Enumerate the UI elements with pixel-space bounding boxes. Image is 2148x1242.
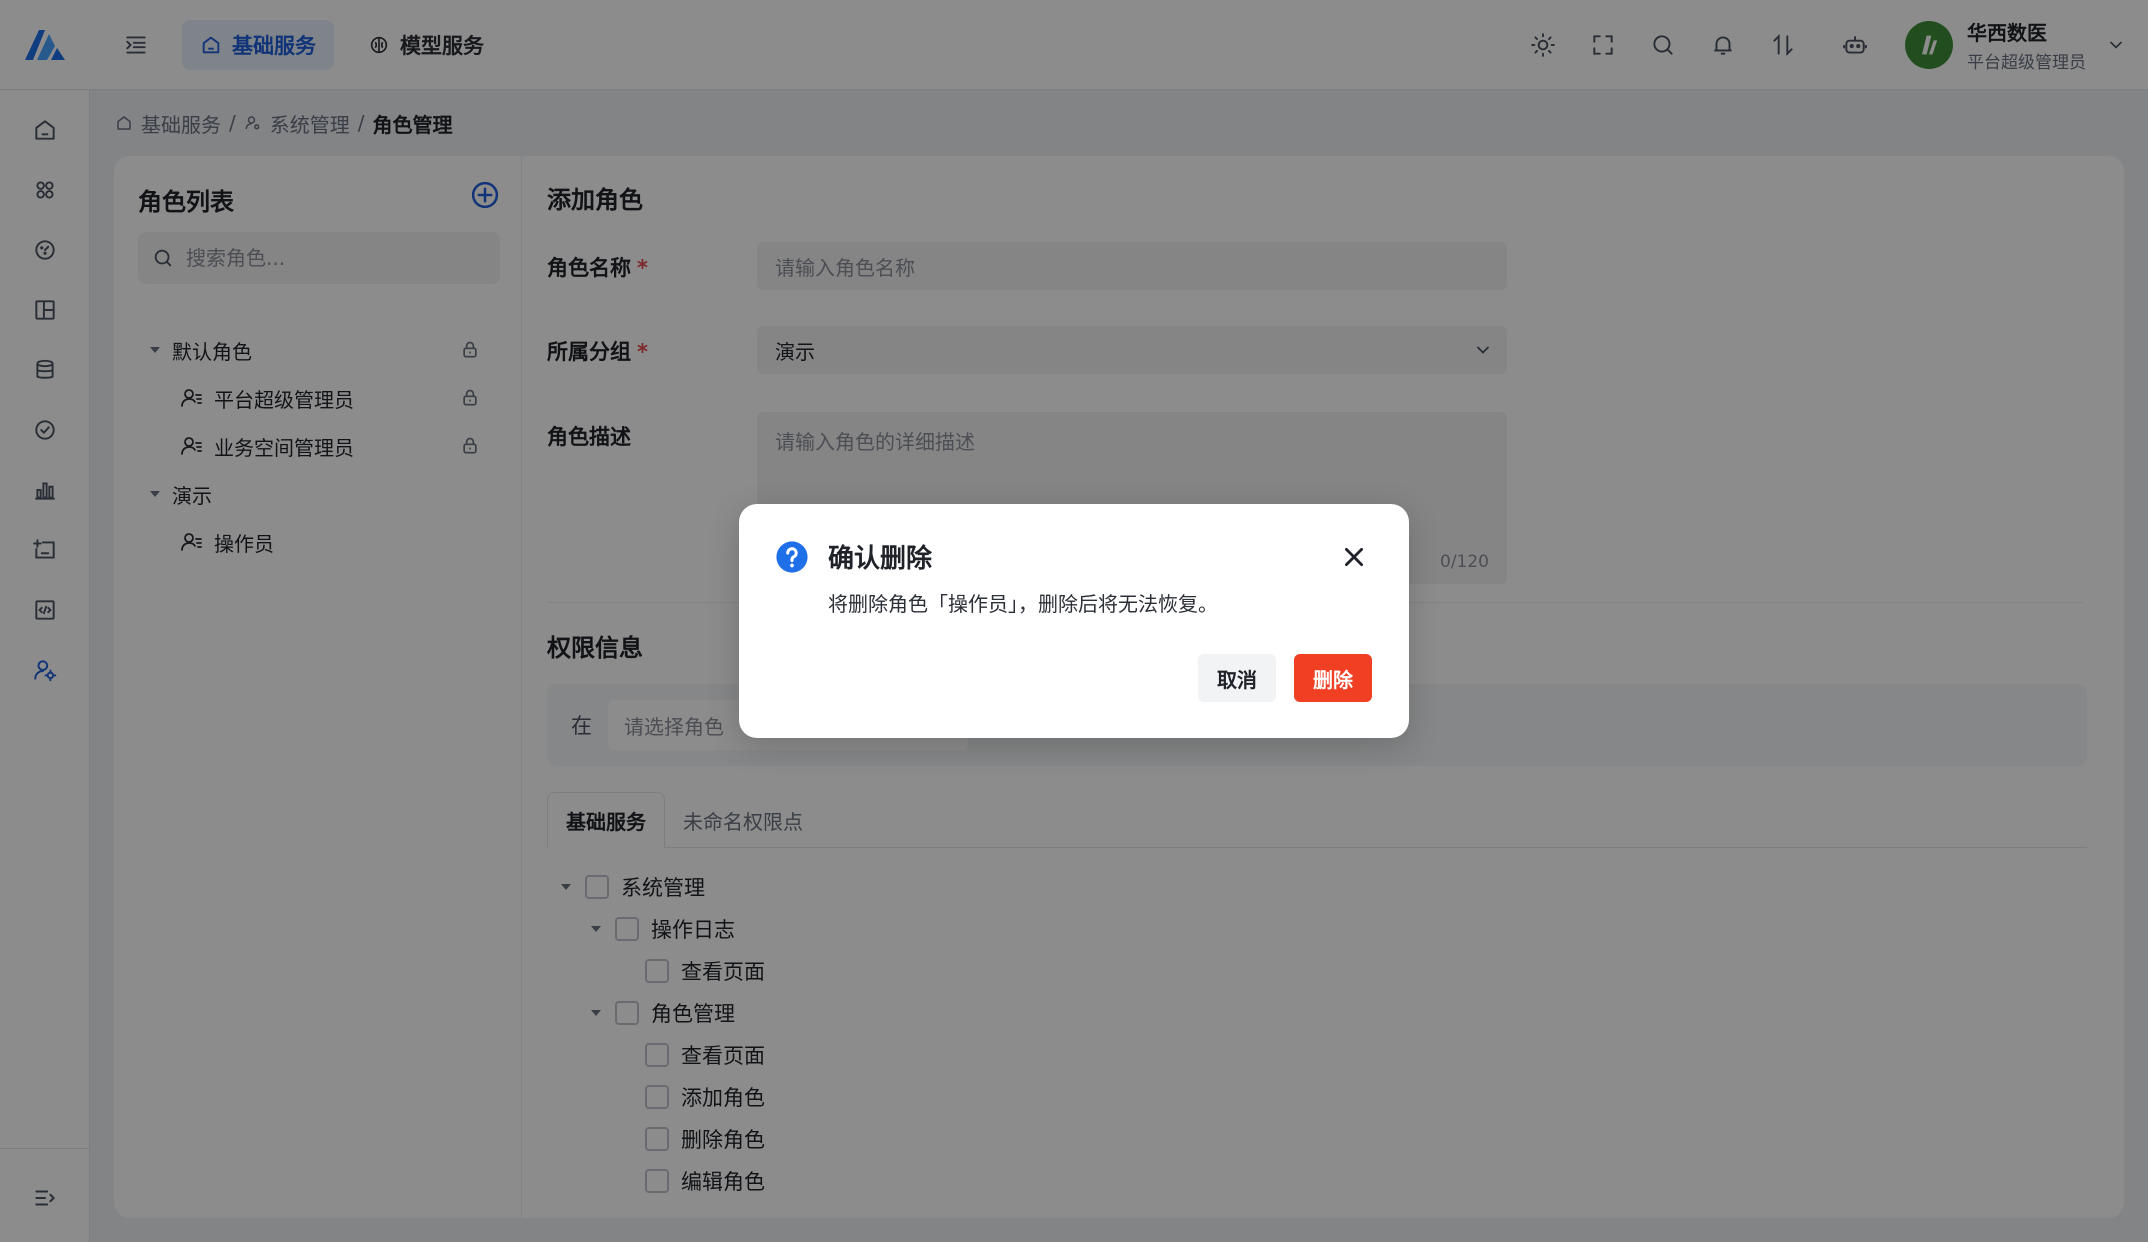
confirm-delete-dialog: 确认删除 将删除角色「操作员」，删除后将无法恢复。 取消 删除 <box>739 504 1409 738</box>
dialog-title: 确认删除 <box>828 544 933 574</box>
cancel-button[interactable]: 取消 <box>1198 654 1276 702</box>
delete-button[interactable]: 删除 <box>1294 654 1372 702</box>
dialog-message: 将删除角色「操作员」，删除后将无法恢复。 <box>828 592 1218 616</box>
question-circle-icon <box>776 541 808 573</box>
close-icon[interactable] <box>1341 544 1367 570</box>
